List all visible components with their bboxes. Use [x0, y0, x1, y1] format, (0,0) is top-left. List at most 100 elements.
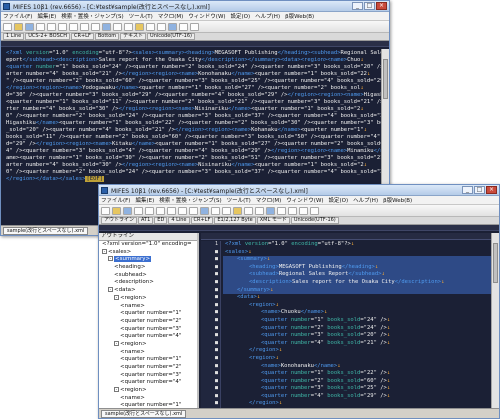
outline-node[interactable]: <name> [99, 395, 197, 403]
menu-edit[interactable]: 編集(E) [37, 12, 56, 20]
code-line[interactable]: _sold="20" /><quarter number="4" books_s… [6, 127, 381, 134]
code-line[interactable]: <region>↓ [223, 355, 491, 363]
view-icon[interactable] [310, 206, 319, 215]
code-line[interactable]: <region>↓ [223, 302, 491, 310]
replace-icon[interactable] [211, 206, 220, 215]
redo-icon[interactable] [91, 22, 100, 31]
collapse-icon[interactable]: - [108, 256, 113, 262]
code-line[interactable]: <description>Sales report for the Osaka … [223, 278, 491, 287]
undo-icon[interactable] [178, 206, 187, 215]
copy-icon[interactable] [58, 22, 67, 31]
code-line[interactable]: 4" /><quarter number="3" books_sold="4" … [6, 148, 381, 155]
bookmark-icon[interactable] [135, 22, 144, 31]
menu-file[interactable]: ファイル(F) [3, 12, 32, 20]
code-line[interactable]: </region></data></sales>[EOF] [6, 176, 381, 183]
copy-icon[interactable] [156, 206, 165, 215]
code-line[interactable]: <heading>MEGASOFT Publishing</heading>↓ [223, 263, 491, 272]
scroll-thumb[interactable] [493, 243, 498, 283]
paste-icon[interactable] [69, 22, 78, 31]
bookmark-icon[interactable] [233, 206, 242, 215]
outline-node[interactable]: <quarter number="1" [99, 310, 197, 318]
menu-help[interactable]: ヘルプ(H) [353, 196, 378, 204]
print-icon[interactable] [36, 22, 45, 31]
outline-node[interactable]: <?xml version="1.0" encoding= [99, 241, 197, 249]
code-line[interactable]: </region>↓ [223, 347, 491, 355]
outline-node[interactable]: <description> [99, 279, 197, 287]
open-folder-icon[interactable] [14, 22, 23, 31]
outline-node[interactable]: - <data> [99, 287, 197, 295]
outline-node[interactable]: <quarter number="2" [99, 318, 197, 326]
new-file-icon[interactable] [101, 206, 110, 215]
scroll-thumb[interactable] [383, 59, 388, 99]
outline-node[interactable]: <quarter number="4" [99, 333, 197, 341]
redo-icon[interactable] [189, 206, 198, 215]
menu-window[interactable]: ウィンドウ(W) [188, 12, 225, 20]
code-line[interactable]: arter number="4" books_sold="21" /></reg… [6, 71, 381, 78]
code-line[interactable]: <summary>↓ [223, 256, 491, 264]
code-line[interactable]: <quarter number="2" books_sold="60" />↓ [223, 378, 491, 386]
code-line[interactable]: <quarter number="1" books_sold="22" />↓ [223, 370, 491, 378]
code-line[interactable]: <name>Chuoku</name>↓ [223, 309, 491, 317]
code-line[interactable]: <quarter number="1" books_sold="24" />↓ [223, 317, 491, 325]
menu-file[interactable]: ファイル(F) [101, 196, 130, 204]
undo-icon[interactable] [80, 22, 89, 31]
jump-icon[interactable] [222, 206, 231, 215]
code-line[interactable]: d="30" /><quarter number="3" books_sold=… [6, 92, 381, 99]
maximize-button[interactable]: □ [364, 2, 375, 10]
code-line[interactable]: <quarter number="2" books_sold="24" />↓ [223, 325, 491, 333]
minimize-button[interactable]: _ [352, 2, 363, 10]
document-tab[interactable]: sample(改行とスペースなし).xml [3, 226, 89, 235]
outline-node[interactable]: - <region> [99, 294, 197, 303]
outline-node[interactable]: <name> [99, 349, 197, 357]
outline-node[interactable]: <quarter number="2" [99, 364, 197, 372]
outline-node[interactable]: - <region> [99, 387, 197, 395]
settings-icon[interactable] [288, 206, 297, 215]
outline-node[interactable]: <name> [99, 303, 197, 311]
code-line[interactable]: <quarter number="3" books_sold="25" />↓ [223, 385, 491, 393]
code-line[interactable]: <quarter number="4" books_sold="21" />↓ [223, 340, 491, 348]
cut-icon[interactable] [47, 22, 56, 31]
menu-settings[interactable]: 設定(O) [231, 12, 251, 20]
grep-icon[interactable] [244, 206, 253, 215]
outline-node[interactable]: <heading> [99, 264, 197, 272]
title-bar[interactable]: MIFES 10β1 (rev.6656) - [C:¥test¥sample(… [99, 185, 499, 196]
outline-icon[interactable] [168, 22, 177, 31]
code-line[interactable]: <subhead>Regional Sales Report</subhead>… [223, 271, 491, 279]
code-line[interactable]: rter number="4" books_sold="30" /></regi… [6, 106, 381, 113]
code-line[interactable]: ame><quarter number="1" books_sold="30" … [6, 155, 381, 162]
collapse-icon[interactable]: - [108, 287, 113, 293]
cut-icon[interactable] [145, 206, 154, 215]
code-line[interactable]: Higashiku</name><quarter number="1" book… [6, 120, 381, 127]
code-line[interactable]: </region>↓ [223, 400, 491, 408]
menu-tools[interactable]: ツール(T) [227, 196, 251, 204]
code-line[interactable]: eport</subhead><description>Sales report… [6, 57, 381, 64]
search-icon[interactable] [200, 206, 209, 215]
paste-icon[interactable] [167, 206, 176, 215]
outline-node[interactable]: <subhead> [99, 272, 197, 280]
code-line[interactable]: <quarter number="3" books_sold="20" />↓ [223, 332, 491, 340]
document-tab[interactable]: sample(改行とスペースなし).xml [101, 409, 187, 418]
save-icon[interactable] [25, 22, 34, 31]
outline-icon[interactable] [266, 206, 275, 215]
compare-icon[interactable] [157, 22, 166, 31]
new-file-icon[interactable] [3, 22, 12, 31]
text-editor[interactable]: 1■■■■■■■■■■■■■■■■■■■■■■■■■ <?xml version… [201, 233, 491, 418]
minimize-button[interactable]: _ [462, 186, 473, 194]
code-line[interactable]: <quarter number="4" books_sold="29" />↓ [223, 393, 491, 401]
code-line[interactable]: 0" /><quarter number="2" books_sold="24"… [6, 169, 381, 176]
compare-icon[interactable] [255, 206, 264, 215]
code-area[interactable]: <?xml version="1.0" encoding="utf-8"?>↓ <… [223, 241, 491, 408]
search-icon[interactable] [102, 22, 111, 31]
collapse-icon[interactable]: - [114, 294, 119, 300]
menu-help[interactable]: ヘルプ(H) [255, 12, 280, 20]
outline-node[interactable]: <quarter number="4" [99, 379, 197, 387]
maximize-button[interactable]: □ [474, 186, 485, 194]
menu-tools[interactable]: ツール(T) [129, 12, 153, 20]
menu-macro[interactable]: マクロ(M) [256, 196, 282, 204]
code-line[interactable]: <?xml version="1.0" encoding="utf-8"?>↓ [223, 241, 491, 249]
code-line[interactable]: d="29" /></region><region><name>Kitaku</… [6, 141, 381, 148]
menu-settings[interactable]: 設定(O) [329, 196, 349, 204]
code-line[interactable]: <name>Konohanaku</name>↓ [223, 363, 491, 371]
code-line[interactable]: <?xml version="1.0" encoding="utf-8"?><s… [6, 50, 381, 57]
macro-icon[interactable] [179, 22, 188, 31]
